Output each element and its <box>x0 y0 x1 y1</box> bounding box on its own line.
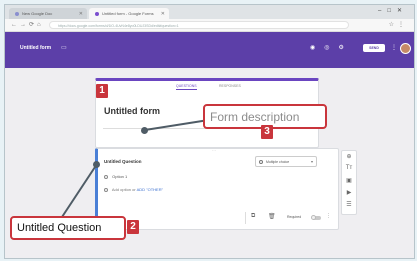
close-tab-icon[interactable]: ✕ <box>79 11 83 17</box>
duplicate-icon[interactable]: ⧉ <box>251 213 255 220</box>
send-button[interactable]: SEND <box>363 44 385 52</box>
browser-tab-label: Untitled form - Google Forms <box>102 11 154 16</box>
trash-icon[interactable]: 🗑 <box>268 213 276 220</box>
option-row[interactable]: Option 1 <box>104 174 127 179</box>
add-section-icon[interactable]: ☰ <box>345 201 353 208</box>
tab-strip: New Google Doc ✕ Untitled form - Google … <box>5 5 414 19</box>
side-toolbar: ⊕ Tт ▣ ▶ ☰ <box>341 150 357 215</box>
bookmark-star-icon[interactable]: ☆⋮ <box>389 21 408 28</box>
callout-untitled-question: Untitled Question <box>10 216 126 240</box>
header-action-icons[interactable]: ◉◎⚙ <box>310 44 353 51</box>
drag-handle-icon[interactable]: ⋯ <box>212 148 216 153</box>
add-title-icon[interactable]: Tт <box>345 165 353 171</box>
add-video-icon[interactable]: ▶ <box>345 189 353 196</box>
window-controls[interactable]: –□✕ <box>378 7 408 14</box>
footer-divider <box>245 212 246 224</box>
badge-number: 3 <box>261 125 273 139</box>
add-question-icon[interactable]: ⊕ <box>345 153 353 160</box>
url-field[interactable]: https://docs.google.com/forms/d/1lO-4UvN… <box>49 21 349 29</box>
or-text: or <box>132 187 136 192</box>
radio-icon <box>104 187 108 192</box>
connector-dot <box>93 161 100 168</box>
add-image-icon[interactable]: ▣ <box>345 177 353 184</box>
radio-icon <box>104 174 108 179</box>
question-type-label: Multiple choice <box>266 160 290 164</box>
form-title[interactable]: Untitled form <box>104 106 160 116</box>
browser-tab-docs[interactable]: New Google Doc ✕ <box>9 8 87 19</box>
browser-tab-label: New Google Doc <box>22 11 53 16</box>
avatar[interactable] <box>400 43 411 54</box>
option-label[interactable]: Option 1 <box>112 174 127 179</box>
question-type-dropdown[interactable]: Multiple choice ▾ <box>255 156 317 167</box>
question-title[interactable]: Untitled Question <box>104 159 142 164</box>
forms-favicon-icon <box>95 11 99 16</box>
address-bar: ←→⟳⌂ https://docs.google.com/forms/d/1lO… <box>5 19 414 32</box>
more-vert-icon[interactable]: ⋮ <box>326 213 331 219</box>
connector-dot <box>141 127 148 134</box>
callout-question-text: Untitled Question <box>17 221 102 234</box>
required-label: Required <box>287 215 302 219</box>
add-other-link[interactable]: ADD "OTHER" <box>137 187 163 192</box>
more-vert-icon[interactable]: ⋮ <box>391 44 397 51</box>
badge-number: 2 <box>127 220 139 234</box>
badge-number: 1 <box>96 84 108 98</box>
chevron-down-icon: ▾ <box>310 159 313 164</box>
tab-questions[interactable]: QUESTIONS <box>176 84 197 90</box>
folder-icon[interactable]: ▭ <box>61 44 67 51</box>
browser-tab-forms[interactable]: Untitled form - Google Forms ✕ <box>89 8 169 19</box>
forms-header: Untitled form ▭ ◉◎⚙ SEND ⋮ <box>5 32 414 68</box>
navigation-icons[interactable]: ←→⟳⌂ <box>11 21 44 28</box>
tab-responses[interactable]: RESPONSES <box>219 84 241 88</box>
required-toggle[interactable] <box>311 215 321 220</box>
close-tab-icon[interactable]: ✕ <box>161 11 165 17</box>
docs-favicon-icon <box>15 11 19 16</box>
header-form-title[interactable]: Untitled form <box>20 45 51 51</box>
callout-description-text: Form description <box>210 109 300 124</box>
add-option-label[interactable]: Add option <box>112 187 131 192</box>
add-option-row[interactable]: Add option or ADD "OTHER" <box>104 187 163 192</box>
radio-type-icon <box>259 160 263 164</box>
